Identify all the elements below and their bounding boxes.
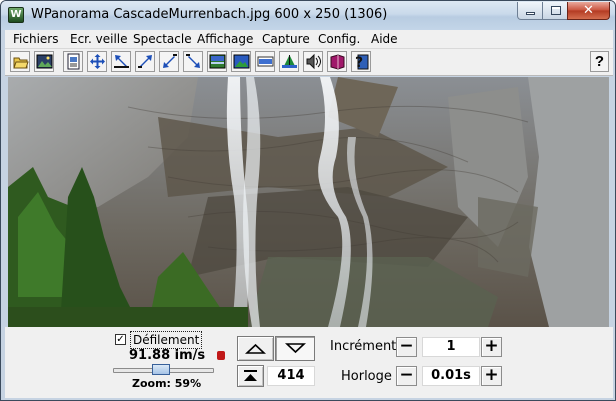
tripod-button[interactable] bbox=[279, 51, 299, 72]
menu-spectacle[interactable]: Spectacle bbox=[133, 32, 192, 46]
page-button[interactable] bbox=[63, 51, 83, 72]
increment-plus-button[interactable]: + bbox=[481, 337, 502, 357]
maximize-icon bbox=[551, 6, 561, 15]
horizon-button[interactable] bbox=[255, 51, 275, 72]
clock-label: Horloge bbox=[341, 369, 392, 384]
open-file-button[interactable] bbox=[10, 51, 30, 72]
scroll-checkbox[interactable]: ✓ bbox=[115, 334, 126, 345]
maximize-button[interactable] bbox=[542, 2, 568, 20]
app-logo-icon[interactable]: W bbox=[8, 7, 24, 23]
increment-value: 1 bbox=[422, 337, 480, 357]
picture-icon bbox=[36, 54, 53, 69]
arrow-left-down-button[interactable] bbox=[159, 51, 179, 72]
panorama-icon bbox=[209, 54, 226, 69]
arrow-left-down-icon bbox=[163, 54, 177, 68]
book-icon bbox=[330, 54, 345, 70]
picture-button[interactable] bbox=[34, 51, 54, 72]
landscape-icon bbox=[233, 54, 250, 69]
scroll-up-button[interactable] bbox=[237, 336, 274, 361]
go-top-button[interactable] bbox=[237, 365, 264, 387]
menu-fichiers[interactable]: Fichiers bbox=[13, 32, 58, 46]
increment-label: Incrément bbox=[330, 339, 397, 354]
minimize-icon bbox=[526, 12, 535, 15]
book-button[interactable] bbox=[327, 51, 347, 72]
go-top-icon bbox=[244, 370, 257, 381]
minimize-button[interactable] bbox=[517, 2, 543, 20]
arrow-right-down-button[interactable] bbox=[183, 51, 203, 72]
open-file-icon bbox=[13, 57, 29, 69]
toolbar: ? ? bbox=[5, 49, 613, 76]
zoom-slider-thumb[interactable] bbox=[151, 364, 170, 375]
arrow-right-up-button[interactable] bbox=[135, 51, 155, 72]
close-icon: ✕ bbox=[583, 3, 594, 18]
clock-minus-button[interactable]: − bbox=[396, 366, 417, 386]
scroll-down-button[interactable] bbox=[275, 336, 315, 361]
help-book-icon: ? bbox=[355, 54, 369, 70]
close-button[interactable]: ✕ bbox=[567, 2, 610, 20]
menu-bar: Fichiers Ecr. veille Spectacle Affichage… bbox=[5, 30, 613, 49]
arrow-right-down-icon bbox=[186, 54, 200, 68]
arrow-left-up-button[interactable] bbox=[111, 51, 131, 72]
move-all-button[interactable] bbox=[87, 51, 107, 72]
page-icon bbox=[67, 53, 80, 70]
menu-config[interactable]: Config. bbox=[318, 32, 360, 46]
clock-value: 0.01s bbox=[422, 366, 480, 386]
triangle-up-icon bbox=[244, 343, 267, 354]
zoom-label: Zoom: 59% bbox=[132, 377, 202, 390]
clock-plus-button[interactable]: + bbox=[481, 366, 502, 386]
window-title: WPanorama CascadeMurrenbach.jpg 600 x 25… bbox=[31, 7, 388, 22]
title-bar[interactable]: W WPanorama CascadeMurrenbach.jpg 600 x … bbox=[1, 1, 615, 30]
controls-panel: ✓ Défilement 91.88 im/s Zoom: 59% 414 In… bbox=[5, 327, 613, 398]
position-value: 414 bbox=[267, 366, 315, 386]
help-button[interactable]: ? bbox=[590, 51, 609, 72]
arrow-right-up-icon bbox=[138, 55, 152, 68]
landscape-button[interactable] bbox=[231, 51, 251, 72]
menu-aide[interactable]: Aide bbox=[371, 32, 398, 46]
panorama-button[interactable] bbox=[207, 51, 227, 72]
menu-ecr-veille[interactable]: Ecr. veille bbox=[70, 32, 128, 46]
svg-text:?: ? bbox=[355, 55, 363, 70]
horizon-icon bbox=[257, 56, 274, 67]
speed-indicator-icon bbox=[217, 351, 225, 360]
app-window: W WPanorama CascadeMurrenbach.jpg 600 x … bbox=[0, 0, 616, 401]
arrow-left-up-icon bbox=[114, 55, 129, 68]
panorama-image bbox=[8, 77, 609, 327]
triangle-down-icon bbox=[284, 343, 307, 354]
move-all-icon bbox=[90, 54, 105, 69]
sound-button[interactable] bbox=[303, 51, 323, 72]
tripod-icon bbox=[282, 55, 297, 68]
menu-affichage[interactable]: Affichage bbox=[197, 32, 253, 46]
panorama-picture bbox=[8, 77, 609, 327]
scroll-label[interactable]: Défilement bbox=[130, 331, 203, 349]
help-book-button[interactable]: ? bbox=[351, 51, 371, 72]
menu-capture[interactable]: Capture bbox=[262, 32, 310, 46]
increment-minus-button[interactable]: − bbox=[396, 337, 417, 357]
speed-readout: 91.88 im/s bbox=[129, 348, 206, 363]
speaker-icon bbox=[306, 53, 321, 70]
